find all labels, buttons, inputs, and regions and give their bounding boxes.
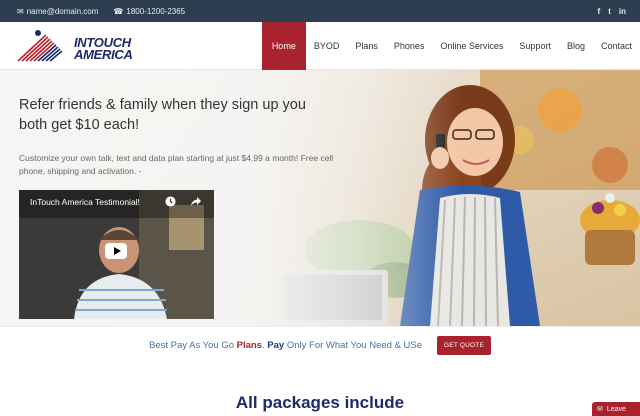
hero-headline: Refer friends & family when they sign up… xyxy=(19,97,306,133)
contact-phone[interactable]: ☎ 1800-1200-2365 xyxy=(113,7,185,16)
play-button-icon[interactable] xyxy=(105,243,127,259)
get-quote-button[interactable]: GET QUOTE xyxy=(437,336,491,355)
email-text: name@domain.com xyxy=(26,6,99,16)
nav-support[interactable]: Support xyxy=(511,22,559,70)
phone-icon: ☎ xyxy=(113,6,124,16)
quote-text-plans: Plans xyxy=(236,340,263,351)
logo-wordmark: InTouch America xyxy=(74,36,133,62)
phone-text: 1800-1200-2365 xyxy=(126,6,186,16)
nav-contact[interactable]: Contact xyxy=(593,22,640,70)
linkedin-icon[interactable]: in xyxy=(619,7,626,16)
quote-text-1: Best Pay As You Go xyxy=(148,340,237,351)
hero-banner: Refer friends & family when they sign up… xyxy=(0,70,640,326)
top-bar: ✉ name@domain.com ☎ 1800-1200-2365 f t i… xyxy=(0,0,640,22)
twitter-icon[interactable]: t xyxy=(608,7,611,16)
quote-text-5: Only For What You Need & USe xyxy=(284,340,423,351)
facebook-icon[interactable]: f xyxy=(598,7,601,16)
video-player[interactable]: InTouch America Testimonial! xyxy=(19,190,214,319)
watch-later-icon[interactable] xyxy=(165,196,176,207)
site-header: InTouch America Home BYOD Plans Phones O… xyxy=(0,22,640,70)
video-title: InTouch America Testimonial! xyxy=(30,197,140,207)
hero-subtext: Customize your own talk, text and data p… xyxy=(19,153,334,176)
nav-home[interactable]: Home xyxy=(261,22,306,70)
nav-online-services[interactable]: Online Services xyxy=(432,22,511,70)
logo-line-2: America xyxy=(74,47,133,62)
main-nav: Home BYOD Plans Phones Online Services S… xyxy=(261,22,640,70)
nav-phones[interactable]: Phones xyxy=(386,22,433,70)
section-heading: All packages include xyxy=(235,393,405,412)
quote-strip: Best Pay As You Go Plans . Pay Only For … xyxy=(0,326,640,364)
leave-label: Leave xyxy=(606,405,626,413)
contact-email[interactable]: ✉ name@domain.com xyxy=(17,7,98,16)
site-logo[interactable]: InTouch America xyxy=(16,29,134,63)
envelope-icon: ✉ xyxy=(17,6,24,16)
envelope-icon: ✉ xyxy=(597,406,603,413)
nav-plans[interactable]: Plans xyxy=(347,22,386,70)
nav-blog[interactable]: Blog xyxy=(559,22,593,70)
quote-text-pay: Pay xyxy=(267,340,285,351)
video-icons xyxy=(165,196,202,207)
share-icon[interactable] xyxy=(190,196,202,207)
logo-mark-icon xyxy=(17,30,63,62)
social-links: f t in xyxy=(598,0,626,22)
nav-byod[interactable]: BYOD xyxy=(306,22,348,70)
